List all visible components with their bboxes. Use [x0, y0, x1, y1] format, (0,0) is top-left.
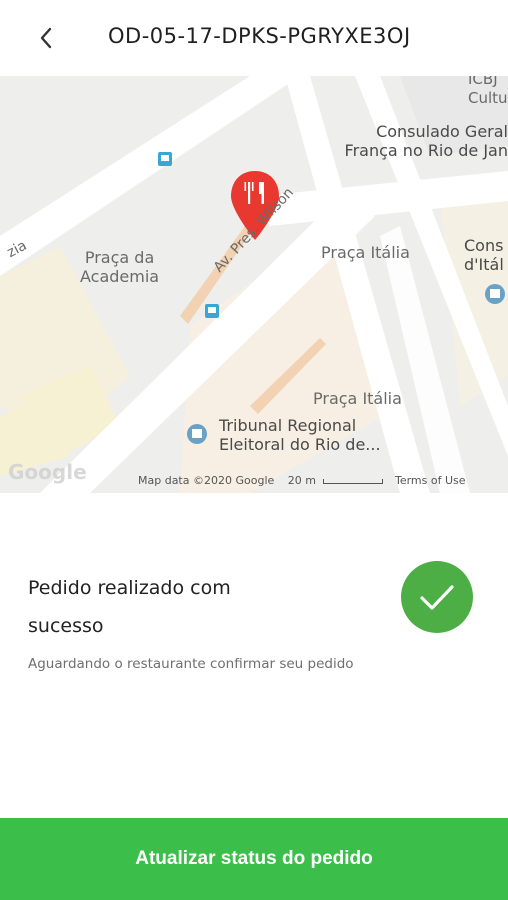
status-subtitle: Aguardando o restaurante confirmar seu p… — [28, 656, 354, 672]
update-status-label: Atualizar status do pedido — [135, 848, 373, 869]
map-scale-bar — [323, 478, 384, 484]
map-label-tribunal: Tribunal Regional Eleitoral do Rio de... — [219, 416, 381, 454]
map-label-praca-academia: Praça da Academia — [80, 248, 160, 286]
map-label-consulado: Consulado Geral França no Rio de Jan — [344, 122, 508, 160]
map-scale: 20 m — [287, 474, 316, 487]
map-data-label: Map data ©2020 Google — [138, 474, 275, 487]
map-label-praca-italia-bottom: Praça Itália — [313, 389, 402, 408]
back-button[interactable] — [38, 24, 60, 52]
map-label-cons-italia: Cons d'Itál — [464, 236, 504, 274]
chevron-left-icon — [40, 27, 52, 49]
map-attribution: Map data ©2020 Google 20 m Terms of Use — [138, 474, 466, 487]
top-bar: OD-05-17-DPKS-PGRYXE3OJ — [0, 0, 508, 76]
check-circle-icon — [401, 561, 473, 633]
google-logo: Google — [8, 460, 87, 484]
map-view[interactable]: Praça da Academia Praça Itália Praça Itá… — [0, 76, 508, 493]
order-status-card: Pedido realizado com sucesso Aguardando … — [0, 493, 508, 818]
terms-of-use-link[interactable]: Terms of Use — [395, 474, 466, 487]
map-label-ccbj: ICBJ Cultu — [468, 76, 508, 107]
status-title: Pedido realizado com sucesso — [28, 577, 231, 637]
map-label-praca-italia-top: Praça Itália — [321, 243, 410, 262]
update-status-button[interactable]: Atualizar status do pedido — [0, 818, 508, 900]
order-id-title: OD-05-17-DPKS-PGRYXE3OJ — [108, 24, 411, 48]
